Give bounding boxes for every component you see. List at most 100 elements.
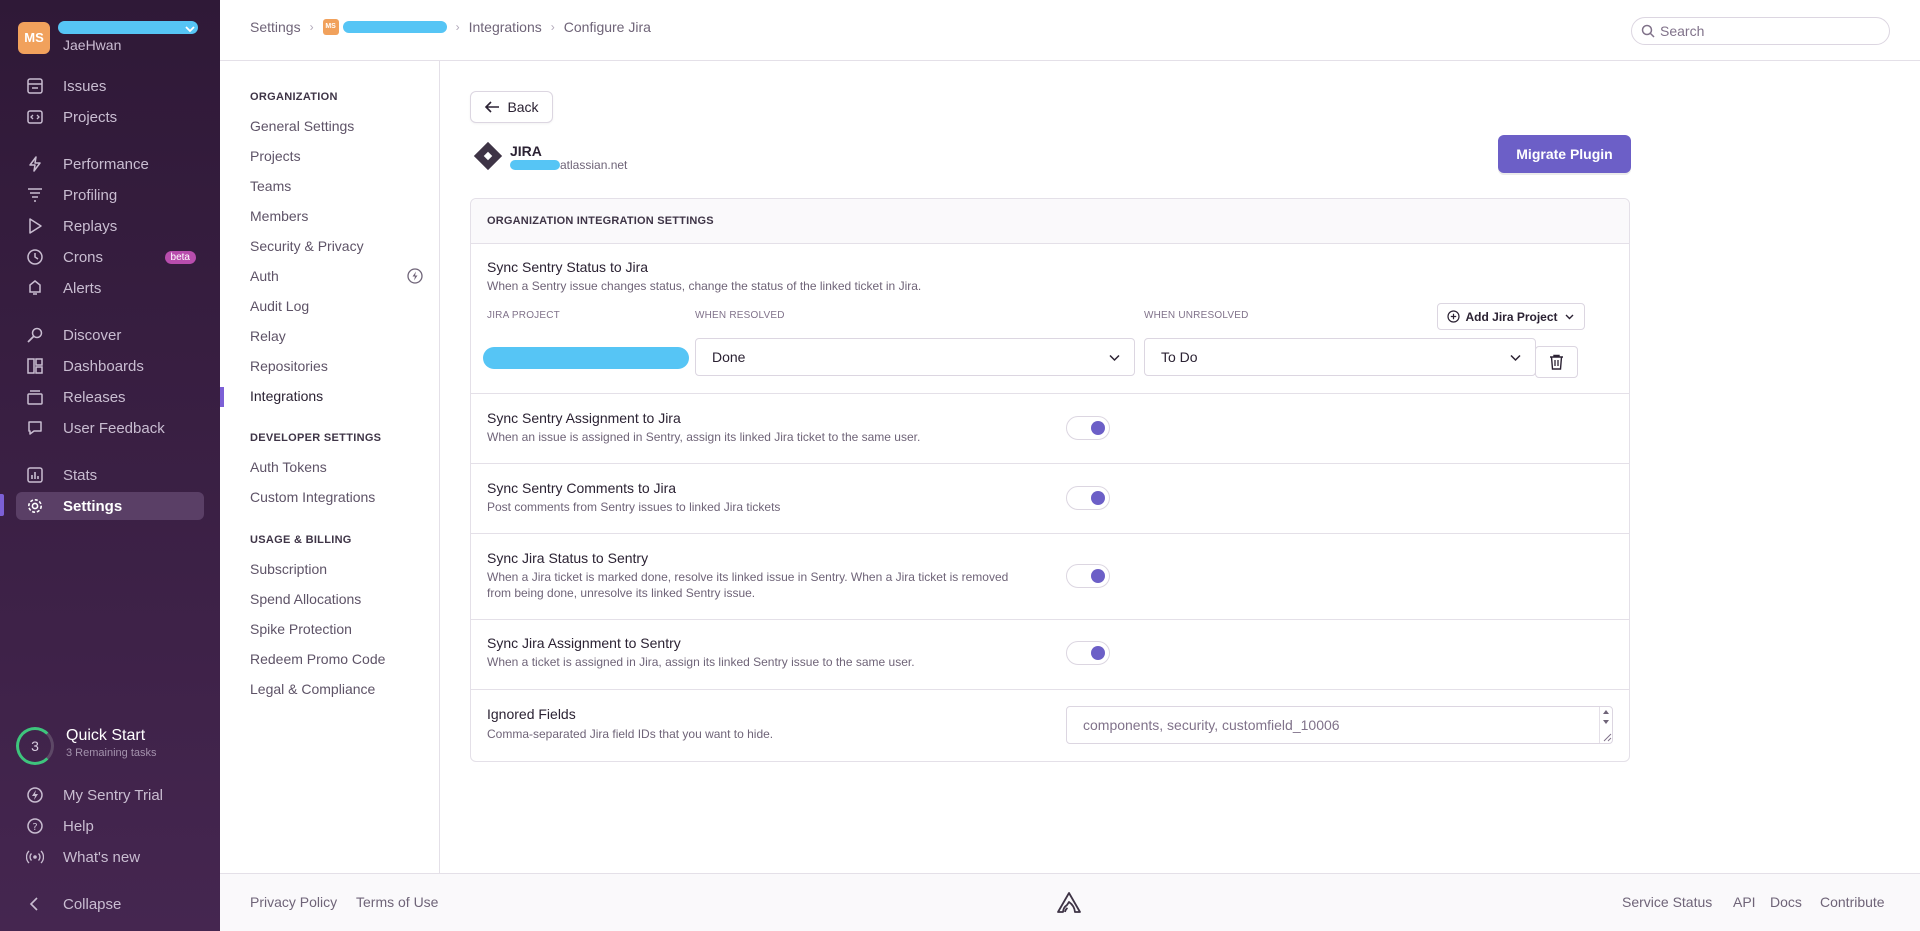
settings-item-subscription[interactable]: Subscription — [250, 561, 327, 577]
settings-item-security[interactable]: Security & Privacy — [250, 238, 364, 254]
beta-badge: beta — [164, 250, 196, 264]
sidebar-item-user-feedback[interactable]: User Feedback — [16, 414, 204, 442]
sidebar-item-label: Help — [63, 817, 94, 835]
col-label-when-resolved: WHEN RESOLVED — [695, 310, 785, 321]
settings-item-spike-protection[interactable]: Spike Protection — [250, 621, 352, 637]
footer-link-terms[interactable]: Terms of Use — [356, 894, 438, 910]
sync-assignment-to-jira-toggle[interactable] — [1066, 416, 1110, 440]
quick-start[interactable]: 3 Quick Start 3 Remaining tasks — [16, 727, 206, 767]
when-resolved-value: Done — [712, 349, 746, 365]
chevron-down-icon — [1109, 354, 1120, 362]
sidebar-item-label: Issues — [63, 77, 107, 95]
row-title: Ignored Fields — [487, 706, 576, 722]
migrate-plugin-button[interactable]: Migrate Plugin — [1498, 135, 1631, 173]
org-switcher[interactable]: MS JaeHwan — [18, 20, 213, 56]
sidebar-item-performance[interactable]: Performance — [16, 150, 204, 178]
settings-item-spend-allocations[interactable]: Spend Allocations — [250, 591, 361, 607]
settings-item-legal[interactable]: Legal & Compliance — [250, 681, 375, 697]
settings-item-auth[interactable]: Auth — [250, 268, 279, 284]
ignored-fields-row: Ignored Fields Comma-separated Jira fiel… — [471, 690, 1629, 762]
settings-item-audit-log[interactable]: Audit Log — [250, 298, 309, 314]
add-jira-project-button[interactable]: Add Jira Project — [1437, 303, 1585, 330]
sync-jira-assignment-toggle[interactable] — [1066, 641, 1110, 665]
sidebar-item-label: Profiling — [63, 186, 118, 204]
trial-icon — [25, 785, 45, 805]
ignored-fields-input[interactable] — [1066, 706, 1613, 744]
delete-mapping-button[interactable] — [1535, 346, 1578, 378]
quick-start-count: 3 — [31, 738, 39, 754]
sidebar-item-label: Projects — [63, 108, 118, 126]
footer-link-api[interactable]: API — [1733, 894, 1756, 910]
settings-item-projects[interactable]: Projects — [250, 148, 301, 164]
row-description: When a Sentry issue changes status, chan… — [487, 279, 922, 293]
row-title: Sync Sentry Status to Jira — [487, 259, 649, 275]
footer: Privacy Policy Terms of Use Service Stat… — [220, 873, 1920, 931]
row-description: When a ticket is assigned in Jira, assig… — [487, 655, 915, 669]
sidebar-item-discover[interactable]: Discover — [16, 321, 204, 349]
issues-icon — [25, 76, 45, 96]
row-description: Post comments from Sentry issues to link… — [487, 500, 781, 514]
textarea-spin-control[interactable] — [1599, 707, 1612, 743]
sync-comments-toggle[interactable] — [1066, 486, 1110, 510]
sidebar-item-label: User Feedback — [63, 419, 165, 437]
sidebar-item-whats-new[interactable]: What's new — [16, 843, 204, 871]
settings-item-redeem-promo[interactable]: Redeem Promo Code — [250, 651, 385, 667]
panel-title: ORGANIZATION INTEGRATION SETTINGS — [471, 199, 1629, 244]
sync-jira-status-toggle[interactable] — [1066, 564, 1110, 588]
main-sidebar: MS JaeHwan Issues Projects Performance P… — [0, 0, 220, 931]
sidebar-item-label: Crons — [63, 248, 104, 266]
sidebar-item-releases[interactable]: Releases — [16, 383, 204, 411]
footer-link-contribute[interactable]: Contribute — [1820, 894, 1885, 910]
settings-item-general[interactable]: General Settings — [250, 118, 354, 134]
sidebar-item-issues[interactable]: Issues — [16, 72, 204, 100]
search-input[interactable] — [1660, 23, 1880, 39]
chevron-down-icon — [1565, 314, 1574, 320]
back-button[interactable]: Back — [470, 91, 553, 123]
breadcrumb-integrations[interactable]: Integrations — [469, 19, 542, 35]
row-title: Sync Jira Status to Sentry — [487, 550, 649, 566]
sidebar-item-projects[interactable]: Projects — [16, 103, 204, 131]
breadcrumb-org-redacted[interactable] — [342, 21, 447, 33]
sidebar-item-profiling[interactable]: Profiling — [16, 181, 204, 209]
sidebar-item-stats[interactable]: Stats — [16, 461, 204, 489]
col-label-jira-project: JIRA PROJECT — [487, 310, 560, 321]
collapse-button[interactable]: Collapse — [16, 890, 204, 918]
active-nav-marker — [0, 494, 4, 516]
settings-item-integrations[interactable]: Integrations — [250, 388, 323, 404]
search-box[interactable] — [1631, 17, 1890, 45]
footer-link-docs[interactable]: Docs — [1770, 894, 1802, 910]
breadcrumb: Settings › MS › Integrations › Configure… — [250, 19, 651, 35]
settings-item-repositories[interactable]: Repositories — [250, 358, 328, 374]
sidebar-item-label: Dashboards — [63, 357, 144, 375]
broadcast-icon — [25, 847, 45, 867]
when-unresolved-select[interactable]: To Do — [1144, 338, 1536, 376]
sidebar-item-help[interactable]: ? Help — [16, 812, 204, 840]
breadcrumb-settings[interactable]: Settings — [250, 19, 301, 35]
sidebar-item-settings[interactable]: Settings — [16, 492, 204, 520]
spinner-arrows-icon — [1603, 710, 1612, 742]
breadcrumb-org-badge: MS — [322, 19, 339, 35]
sidebar-item-alerts[interactable]: Alerts — [16, 274, 204, 302]
settings-item-members[interactable]: Members — [250, 208, 308, 224]
breadcrumb-separator-icon: › — [455, 20, 460, 34]
settings-item-custom-integrations[interactable]: Custom Integrations — [250, 489, 375, 505]
settings-item-auth-tokens[interactable]: Auth Tokens — [250, 459, 327, 475]
breadcrumb-current: Configure Jira — [563, 19, 651, 35]
toggle-knob — [1091, 569, 1105, 583]
footer-link-privacy[interactable]: Privacy Policy — [250, 894, 337, 910]
settings-item-teams[interactable]: Teams — [250, 178, 291, 194]
trash-icon — [1550, 354, 1563, 370]
sidebar-item-trial[interactable]: My Sentry Trial — [16, 781, 204, 809]
when-resolved-select[interactable]: Done — [695, 338, 1135, 376]
sidebar-item-dashboards[interactable]: Dashboards — [16, 352, 204, 380]
row-title: Sync Jira Assignment to Sentry — [487, 635, 681, 651]
footer-link-service-status[interactable]: Service Status — [1622, 894, 1712, 910]
sidebar-item-replays[interactable]: Replays — [16, 212, 204, 240]
sentry-logo-icon — [1057, 892, 1081, 913]
integration-domain: atlassian.net — [510, 158, 627, 172]
sidebar-item-crons[interactable]: Crons beta — [16, 243, 204, 271]
settings-item-relay[interactable]: Relay — [250, 328, 286, 344]
profiling-icon — [25, 185, 45, 205]
row-description: When an issue is assigned in Sentry, ass… — [487, 430, 921, 444]
chevron-down-icon — [1510, 354, 1521, 362]
